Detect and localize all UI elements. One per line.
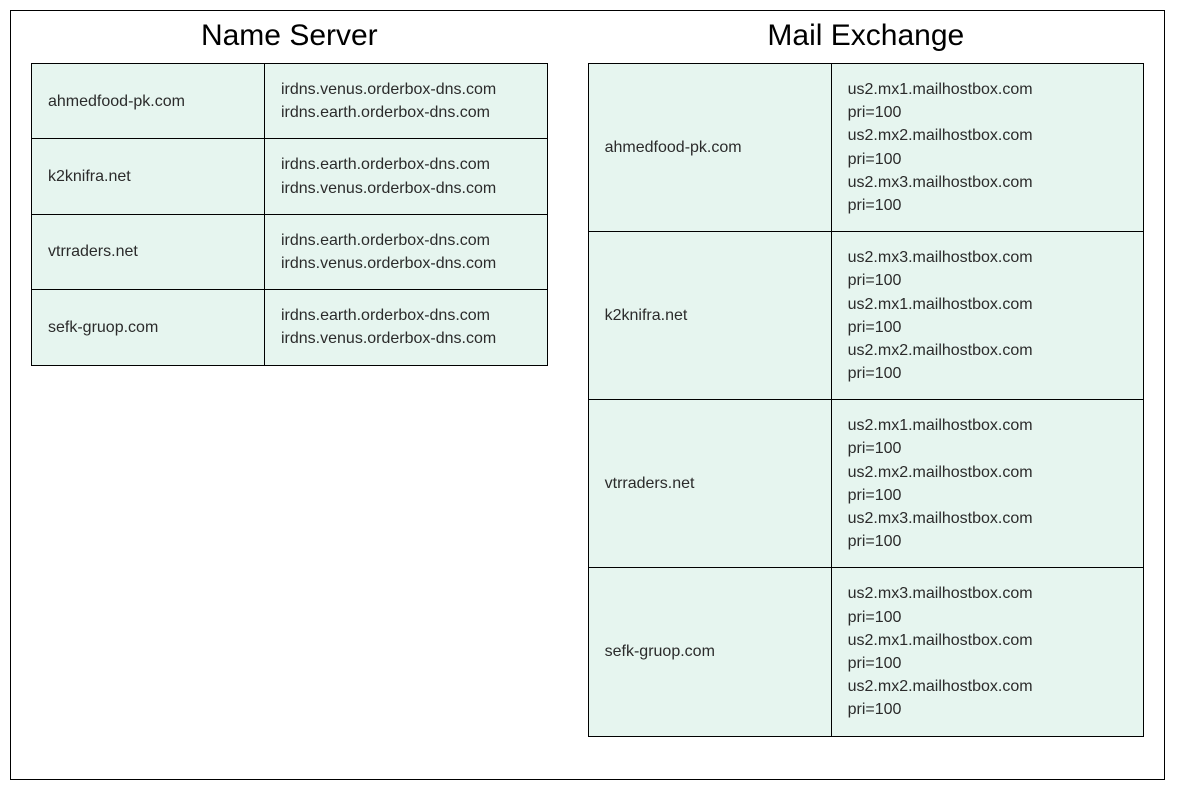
- ns-servers-cell: irdns.earth.orderbox-dns.com irdns.venus…: [265, 214, 548, 289]
- table-row: ahmedfood-pk.comus2.mx1.mailhostbox.comp…: [588, 64, 1143, 232]
- name-server-column: Name Server ahmedfood-pk.comirdns.venus.…: [31, 19, 548, 366]
- ns-domain-cell: ahmedfood-pk.com: [32, 64, 265, 139]
- mx-priority: pri=100: [848, 606, 1127, 629]
- mx-host: us2.mx3.mailhostbox.com: [848, 246, 1127, 269]
- ns-servers-cell: irdns.earth.orderbox-dns.com irdns.venus…: [265, 290, 548, 365]
- mx-priority: pri=100: [848, 530, 1127, 553]
- ns-domain-cell: vtrraders.net: [32, 214, 265, 289]
- mx-host: us2.mx3.mailhostbox.com: [848, 507, 1127, 530]
- mx-host: us2.mx3.mailhostbox.com: [848, 171, 1127, 194]
- ns-servers-cell: irdns.earth.orderbox-dns.com irdns.venus…: [265, 139, 548, 214]
- mx-host: us2.mx1.mailhostbox.com: [848, 78, 1127, 101]
- mx-domain-cell: sefk-gruop.com: [588, 568, 831, 736]
- mail-exchange-column: Mail Exchange ahmedfood-pk.comus2.mx1.ma…: [588, 19, 1144, 737]
- ns-domain-cell: k2knifra.net: [32, 139, 265, 214]
- mx-priority: pri=100: [848, 484, 1127, 507]
- mx-priority: pri=100: [848, 194, 1127, 217]
- name-server-table: ahmedfood-pk.comirdns.venus.orderbox-dns…: [31, 63, 548, 366]
- table-row: k2knifra.netus2.mx3.mailhostbox.compri=1…: [588, 232, 1143, 400]
- page-frame: Name Server ahmedfood-pk.comirdns.venus.…: [10, 10, 1165, 780]
- table-row: k2knifra.netirdns.earth.orderbox-dns.com…: [32, 139, 548, 214]
- mx-priority: pri=100: [848, 698, 1127, 721]
- mx-records-cell: us2.mx1.mailhostbox.compri=100us2.mx2.ma…: [831, 400, 1143, 568]
- table-row: vtrraders.netus2.mx1.mailhostbox.compri=…: [588, 400, 1143, 568]
- mx-priority: pri=100: [848, 362, 1127, 385]
- mx-host: us2.mx1.mailhostbox.com: [848, 629, 1127, 652]
- mx-priority: pri=100: [848, 316, 1127, 339]
- mx-host: us2.mx2.mailhostbox.com: [848, 461, 1127, 484]
- ns-domain-cell: sefk-gruop.com: [32, 290, 265, 365]
- mx-host: us2.mx2.mailhostbox.com: [848, 339, 1127, 362]
- mx-domain-cell: ahmedfood-pk.com: [588, 64, 831, 232]
- mx-host: us2.mx2.mailhostbox.com: [848, 675, 1127, 698]
- mx-records-cell: us2.mx3.mailhostbox.compri=100us2.mx1.ma…: [831, 568, 1143, 736]
- mx-priority: pri=100: [848, 148, 1127, 171]
- table-row: sefk-gruop.comirdns.earth.orderbox-dns.c…: [32, 290, 548, 365]
- table-row: sefk-gruop.comus2.mx3.mailhostbox.compri…: [588, 568, 1143, 736]
- mx-domain-cell: k2knifra.net: [588, 232, 831, 400]
- mx-records-cell: us2.mx1.mailhostbox.compri=100us2.mx2.ma…: [831, 64, 1143, 232]
- mx-host: us2.mx2.mailhostbox.com: [848, 124, 1127, 147]
- mx-records-cell: us2.mx3.mailhostbox.compri=100us2.mx1.ma…: [831, 232, 1143, 400]
- mx-priority: pri=100: [848, 652, 1127, 675]
- ns-servers-cell: irdns.venus.orderbox-dns.com irdns.earth…: [265, 64, 548, 139]
- mx-host: us2.mx3.mailhostbox.com: [848, 582, 1127, 605]
- mx-priority: pri=100: [848, 269, 1127, 292]
- mx-priority: pri=100: [848, 437, 1127, 460]
- mx-domain-cell: vtrraders.net: [588, 400, 831, 568]
- table-row: vtrraders.netirdns.earth.orderbox-dns.co…: [32, 214, 548, 289]
- mail-exchange-table: ahmedfood-pk.comus2.mx1.mailhostbox.comp…: [588, 63, 1144, 737]
- mx-host: us2.mx1.mailhostbox.com: [848, 293, 1127, 316]
- mx-priority: pri=100: [848, 101, 1127, 124]
- name-server-title: Name Server: [201, 19, 378, 53]
- mx-host: us2.mx1.mailhostbox.com: [848, 414, 1127, 437]
- mail-exchange-title: Mail Exchange: [767, 19, 964, 53]
- table-row: ahmedfood-pk.comirdns.venus.orderbox-dns…: [32, 64, 548, 139]
